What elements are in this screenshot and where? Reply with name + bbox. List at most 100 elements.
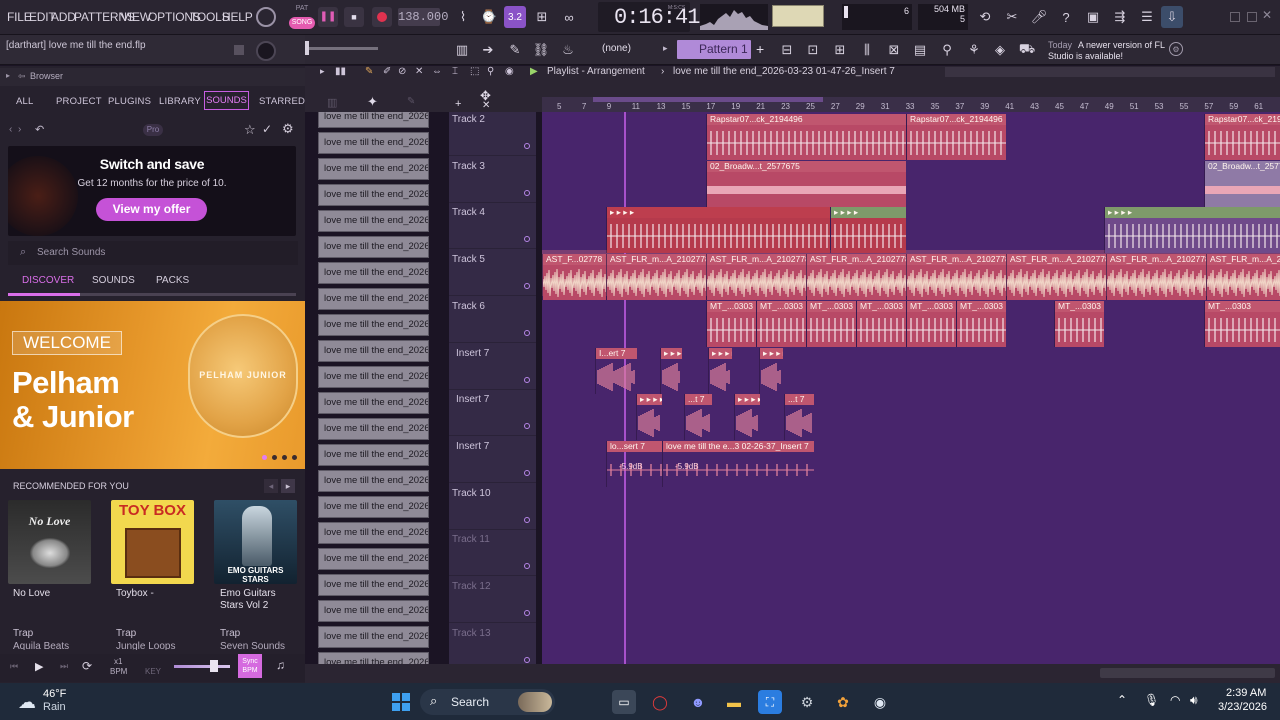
nav-back-icon[interactable]: ‹ [9,124,12,135]
audio-clip[interactable]: 02_Broadw...t_2577675 [1204,160,1280,207]
piano-roll-icon[interactable]: ⊡ [802,39,824,61]
audio-clip[interactable]: AST_FLR_m...A_2102778 [906,254,1006,301]
track-header[interactable]: Track 3 [449,157,536,203]
undo-history-icon[interactable]: ⟲ [974,6,996,28]
pattern-list-item[interactable]: love me till the end_2026... [318,236,429,258]
track-header[interactable]: Track 5 [449,250,536,297]
playlist-icon[interactable]: ⊟ [776,39,798,61]
link-icon[interactable]: ⛓ [530,39,552,61]
close-icon[interactable]: ✕ [1262,8,1272,22]
tempo-tapper-icon[interactable]: ⚘ [963,39,985,61]
slip-tool-icon[interactable]: ⇔ [432,66,442,77]
playlist-menu-arrow-icon[interactable]: ▸ [320,66,325,77]
pattern-list-item[interactable]: love me till the end_2026... [318,158,429,180]
audio-clip[interactable]: lo...sert 7 -5.9dB [606,440,662,487]
browser-toggle-icon[interactable]: ⊠ [883,39,905,61]
maximize-icon[interactable] [1247,12,1257,22]
preview-loop-icon[interactable]: ⟳ [82,659,92,673]
preview-play-icon[interactable]: ▶ [35,660,43,673]
carousel-dot-3[interactable] [282,455,287,460]
rec-next-icon[interactable]: ▸ [281,479,295,493]
snap-selector[interactable]: (none) [590,43,670,59]
pattern-list-item[interactable]: love me till the end_2026... [318,288,429,310]
playback-tool-icon[interactable]: ◉ [505,66,514,77]
add-pattern-icon[interactable]: + [756,41,764,57]
pattern-list-item[interactable]: love me till the end_2026... [318,522,429,544]
track-mute-icon[interactable] [524,376,530,383]
audio-clip[interactable]: ▸ ▸ ▸ ▸ [734,394,760,441]
chat-icon[interactable]: ☰ [1136,6,1158,28]
record-button[interactable] [372,7,392,27]
playlist-snap-icon[interactable]: ▮▮ [335,66,346,77]
audio-clip[interactable]: AST_FLR_m...A_2102778 [806,254,906,301]
track-mute-icon[interactable] [524,143,530,149]
save-icon[interactable]: ▣ [1082,6,1104,28]
nav-forward-icon[interactable]: › [18,124,21,135]
card-title-3[interactable]: Emo Guitars Stars Vol 2 [220,588,290,612]
horizontal-scrollbar[interactable] [305,664,1280,684]
audio-clip[interactable]: AST_F...02778 [542,254,606,301]
tray-volume-icon[interactable]: 🔊︎ [1190,693,1198,708]
taskbar-time[interactable]: 2:39 AM [1226,687,1266,699]
audio-clip[interactable]: MT_...0303 [756,300,806,347]
pattern-list-item[interactable]: love me till the end_2026... [318,132,429,154]
rec-card-emo-guitars[interactable]: EMO GUITARS STARS [214,500,297,584]
welcome-banner[interactable]: WELCOME Pelham & Junior PELHAM JUNIOR [0,301,305,469]
picker-icon[interactable]: ▥ [327,96,337,109]
subtab-packs[interactable]: PACKS [156,275,189,286]
card-title-2[interactable]: Toybox - [116,588,204,600]
time-panel[interactable]: 0:16:41 M:S:CS [598,2,700,32]
audio-clip[interactable]: ▸ ▸ ▸ ▸ [1104,207,1280,254]
audio-clip[interactable]: ▸ ▸ ▸ ▸ [759,347,783,394]
piano-icon[interactable]: ▥ [451,39,473,61]
download-update-icon[interactable]: ⇩ [1161,6,1183,28]
pattern-list-item[interactable]: love me till the end_2026... [318,652,429,664]
mute-tool-icon[interactable]: ✕ [415,66,423,77]
overview-scrollbar[interactable] [945,67,1275,77]
pattern-list-item[interactable]: love me till the end_2026... [318,366,429,388]
paint-tool-icon[interactable]: ✎ [365,66,373,77]
audio-clip[interactable]: MT_...0303 [956,300,1006,347]
pattern-list-item[interactable]: love me till the end_2026... [318,600,429,622]
audio-clip[interactable]: Rapstar07...ck_2194496 [1204,114,1280,160]
check-circle-icon[interactable]: ✓ [262,122,272,136]
settings-icon[interactable]: ⚙ [795,690,819,714]
task-view-icon[interactable]: ▭ [612,690,636,714]
pattern-list-item[interactable]: love me till the end_2026... [318,444,429,466]
arrow-right-icon[interactable]: ➔ [477,39,499,61]
fl-studio-icon[interactable]: ✿ [831,690,855,714]
track-mute-icon[interactable] [524,329,530,336]
help-icon[interactable]: ? [1055,6,1077,28]
settings-gear-icon[interactable]: ⚙ [282,121,294,137]
taskbar-date[interactable]: 3/23/2026 [1218,701,1267,713]
track-header[interactable]: Track 11 [449,530,536,577]
pattern-list-item[interactable]: love me till the end_2026... [318,314,429,336]
paint-mode-icon[interactable]: ✐ [383,66,391,77]
cart-icon[interactable]: ⛟ [1016,39,1038,61]
audio-clip[interactable]: ...t 7 [784,394,814,441]
pattern-list-item[interactable]: love me till the end_2026... [318,418,429,440]
refresh-icon[interactable]: ↶ [35,123,44,136]
audio-clip[interactable]: AST_FLR_m...A_2102778 [706,254,806,301]
audio-clip[interactable]: ▸ ▸ ▸ ▸ [708,347,732,394]
song-mode-toggle[interactable]: SONG [289,17,315,29]
bpm-multiplier[interactable]: x1 [114,657,122,666]
pattern-list-item[interactable]: love me till the end_2026... [318,470,429,492]
pattern-list-item[interactable]: love me till the end_2026... [318,626,429,648]
audio-clip[interactable]: love me till the e...3 02-26-37_Insert 7… [662,440,814,487]
audio-clip[interactable]: AST_FLR_m...A_2102778 [1006,254,1106,301]
weather-rain-icon[interactable]: ☁ [18,692,36,713]
search-input[interactable]: Search Sounds [37,247,105,258]
taskbar-search[interactable]: ⌕ Search [420,689,555,715]
track-header[interactable]: Track 12 [449,577,536,623]
tab-project[interactable]: PROJECT [56,96,102,107]
preview-prev-icon[interactable]: ⏮ [10,661,18,672]
audio-clip[interactable]: MT_...0303 [856,300,906,347]
track-mute-icon[interactable] [524,563,530,570]
tab-library[interactable]: LIBRARY [159,96,201,107]
audio-clip[interactable]: MT_...0303 [1054,300,1104,347]
microsoft-store-icon[interactable]: ⛶ [758,690,782,714]
track-mute-icon[interactable] [524,469,530,476]
plugin-picker-icon[interactable]: ⚲ [936,39,958,61]
menu-file[interactable]: FILE [7,10,32,24]
